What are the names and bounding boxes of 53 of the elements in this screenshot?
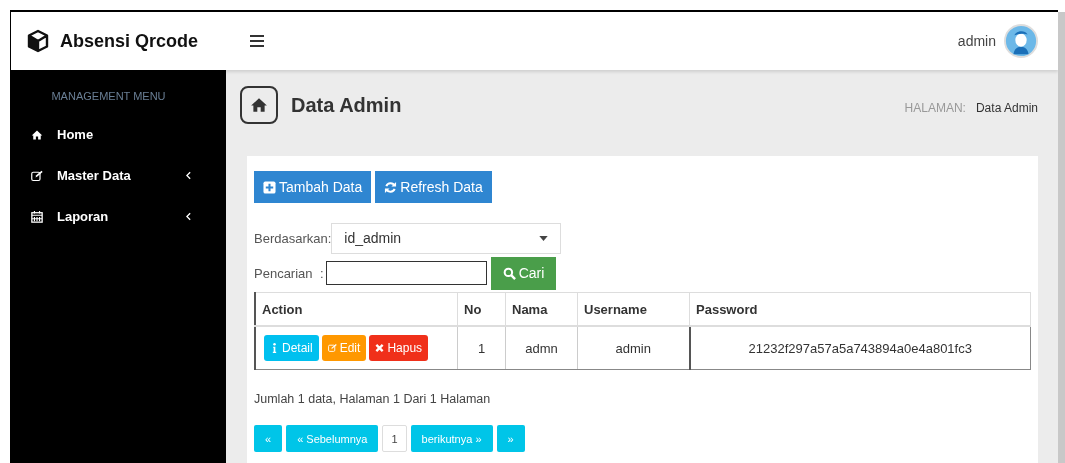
breadcrumb-label: HALAMAN:	[904, 101, 966, 115]
refresh-button[interactable]: Refresh Data	[375, 171, 492, 203]
info-icon	[270, 343, 279, 353]
summary-text: Jumlah 1 data, Halaman 1 Dari 1 Halaman	[254, 392, 492, 406]
refresh-icon	[384, 180, 398, 194]
edit-icon	[31, 169, 43, 182]
separator: :	[327, 230, 332, 246]
menu-heading: MANAGEMENT MENU	[50, 89, 167, 104]
menu-icon[interactable]	[250, 35, 264, 47]
scrollbar[interactable]	[1058, 12, 1065, 463]
filter-label: Berdasarkan	[254, 230, 328, 246]
delete-button[interactable]: Hapus	[369, 335, 429, 361]
detail-button[interactable]: Detail	[264, 335, 319, 361]
search-field[interactable]	[325, 261, 487, 285]
search-icon	[502, 266, 516, 280]
page-link[interactable]: «	[254, 425, 283, 452]
search-label: Pencarian	[254, 265, 314, 281]
current-page[interactable]: 1	[382, 425, 407, 452]
avatar-icon[interactable]	[1004, 24, 1038, 58]
edit-icon	[327, 343, 337, 353]
edit-button[interactable]: Edit	[321, 335, 367, 361]
page-link[interactable]: berikutnya »	[410, 425, 493, 452]
home-button[interactable]	[240, 86, 278, 124]
cube-icon	[26, 29, 50, 53]
close-icon	[375, 343, 385, 353]
column-header: Username	[577, 292, 690, 326]
filter-select[interactable]: id_admin	[331, 222, 562, 254]
page-link[interactable]: « Sebelumnya	[286, 425, 379, 452]
page-title: Data Admin	[291, 93, 402, 117]
table-cell: 21232f297a57a5a743894a0e4a801fc3	[689, 326, 1031, 370]
search-button[interactable]: Cari	[490, 256, 557, 290]
page-link[interactable]: »	[496, 425, 525, 452]
column-header: Nama	[505, 292, 578, 326]
column-header: Action	[255, 292, 458, 326]
user-name[interactable]: admin	[957, 33, 996, 49]
menu-item[interactable]: Laporan	[11, 196, 226, 237]
home-icon	[31, 128, 43, 141]
app-title: Absensi Qrcode	[60, 30, 199, 52]
plus-icon	[263, 180, 276, 194]
calendar-icon	[31, 210, 43, 223]
add-button[interactable]: Tambah Data	[254, 171, 372, 203]
separator: :	[320, 265, 324, 281]
column-header: No	[457, 292, 506, 326]
chevron-icon	[186, 212, 191, 221]
table-cell: admn	[505, 326, 578, 370]
menu-item[interactable]: Home	[11, 114, 226, 155]
home-icon	[250, 97, 268, 113]
breadcrumb-item[interactable]: Data Admin	[975, 101, 1038, 115]
chevron-icon	[186, 171, 191, 180]
caret-icon	[539, 235, 549, 241]
menu-item[interactable]: Master Data	[11, 155, 226, 196]
column-header: Password	[689, 292, 1031, 326]
table-cell: 1	[457, 326, 506, 370]
